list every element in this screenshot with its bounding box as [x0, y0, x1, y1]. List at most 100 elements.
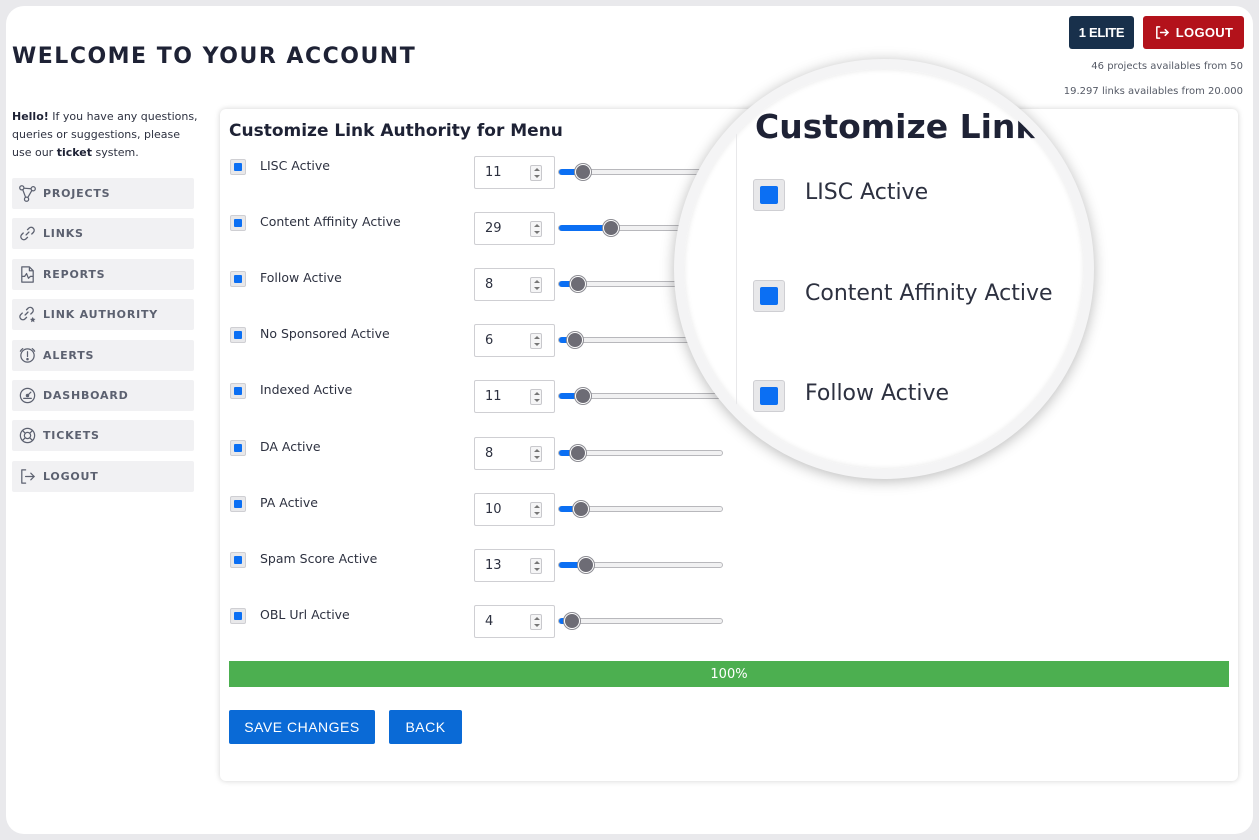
report-icon [21, 266, 34, 283]
active-checkbox[interactable] [230, 551, 246, 568]
active-checkbox[interactable] [230, 271, 246, 288]
weight-number-input[interactable]: 4 [474, 604, 555, 638]
sidebar-item-label: LINK AUTHORITY [43, 308, 159, 322]
setting-row: Content Affinity Active 29 [230, 212, 730, 246]
stepper-arrows-icon[interactable] [530, 501, 542, 518]
weight-number-input[interactable]: 13 [474, 548, 555, 582]
magnifier-checkbox [753, 179, 785, 211]
weight-number-input[interactable]: 11 [474, 156, 555, 189]
slider-handle[interactable] [566, 332, 583, 349]
weight-slider[interactable] [558, 556, 723, 573]
setting-label: OBL Url Active [260, 606, 350, 622]
setting-label: Spam Score Active [260, 550, 378, 566]
setting-label: Follow Active [260, 270, 342, 286]
alert-icon [19, 347, 36, 363]
header-logout-button[interactable]: LOGOUT [1143, 16, 1244, 49]
sidebar-item-label: ALERTS [43, 348, 95, 362]
setting-row: DA Active 8 [230, 436, 730, 470]
stepper-arrows-icon[interactable] [530, 613, 542, 630]
sidebar-item-label: LOGOUT [43, 469, 99, 483]
sidebar-item-alerts[interactable]: ALERTS [12, 339, 194, 371]
weight-number-input[interactable]: 11 [474, 380, 555, 414]
ticket-link[interactable]: ticket [57, 146, 92, 159]
active-checkbox[interactable] [230, 383, 246, 400]
magnifier-row-label: LISC Active [805, 180, 929, 205]
weight-number-input[interactable]: 10 [474, 492, 555, 526]
logout-icon [21, 468, 35, 484]
weight-slider[interactable] [558, 612, 723, 629]
weight-slider[interactable] [558, 444, 723, 461]
slider-handle[interactable] [563, 612, 580, 629]
stepper-arrows-icon[interactable] [530, 165, 542, 181]
sidebar-item-links[interactable]: LINKS [12, 218, 194, 250]
stepper-arrows-icon[interactable] [530, 445, 542, 462]
weight-number-input[interactable]: 6 [474, 324, 555, 358]
weight-value: 4 [485, 613, 494, 629]
weight-value: 11 [485, 389, 502, 405]
weight-value: 29 [485, 221, 502, 237]
active-checkbox[interactable] [230, 495, 246, 512]
setting-row: OBL Url Active 4 [230, 604, 730, 638]
plan-badge-button[interactable]: 1 ELITE [1069, 16, 1134, 49]
app-frame: WELCOME TO YOUR ACCOUNT 1 ELITE LOGOUT 4… [6, 6, 1253, 834]
setting-label: Indexed Active [260, 382, 353, 398]
setting-label: DA Active [260, 438, 321, 454]
logout-icon [1155, 26, 1169, 39]
sidebar-item-label: TICKETS [43, 429, 100, 443]
weight-value: 13 [485, 557, 502, 573]
stepper-arrows-icon[interactable] [530, 221, 542, 238]
stepper-arrows-icon[interactable] [530, 277, 542, 294]
sidebar-item-logout[interactable]: LOGOUT [12, 460, 194, 492]
sidebar-item-projects[interactable]: PROJECTS [12, 178, 194, 209]
active-checkbox[interactable] [230, 215, 246, 232]
active-checkbox[interactable] [230, 327, 246, 344]
stepper-arrows-icon[interactable] [530, 557, 542, 574]
projects-icon [19, 185, 36, 202]
sidebar-item-reports[interactable]: REPORTS [12, 258, 194, 290]
stepper-arrows-icon[interactable] [530, 333, 542, 350]
weight-slider[interactable] [558, 388, 723, 405]
link-icon [20, 227, 35, 241]
magnifier-content: Customize Link Au LISC Active Content Af… [736, 107, 1094, 467]
magnifier-checkbox [753, 280, 785, 312]
projects-quota: 46 projects availables from 50 [1091, 61, 1243, 72]
setting-row: Indexed Active 11 [230, 380, 730, 414]
back-button[interactable]: BACK [389, 710, 462, 744]
progress-bar: 100% [229, 661, 1229, 687]
sidebar-item-label: PROJECTS [43, 187, 111, 200]
magnifier-row-label: Follow Active [805, 381, 950, 406]
slider-handle[interactable] [573, 500, 590, 517]
active-checkbox[interactable] [230, 607, 246, 624]
save-changes-button[interactable]: SAVE CHANGES [229, 710, 375, 744]
weight-number-input[interactable]: 8 [474, 268, 555, 302]
weight-slider[interactable] [558, 500, 723, 517]
active-checkbox[interactable] [230, 439, 246, 456]
intro-tail: system. [91, 146, 139, 159]
sidebar-item-dashboard[interactable]: DASHBOARD [12, 379, 194, 411]
slider-handle[interactable] [570, 276, 587, 293]
links-quota: 19.297 links availables from 20.000 [1063, 86, 1243, 97]
weight-number-input[interactable]: 29 [474, 212, 555, 246]
magnifier-title: Customize Link Au [755, 107, 1094, 146]
stepper-arrows-icon[interactable] [530, 389, 542, 406]
active-checkbox[interactable] [230, 159, 246, 175]
slider-handle[interactable] [570, 444, 587, 461]
dashboard-icon [19, 387, 36, 404]
slider-handle[interactable] [574, 388, 591, 405]
weight-value: 10 [485, 501, 502, 517]
slider-handle[interactable] [602, 220, 619, 237]
sidebar-item-link-authority[interactable]: LINK AUTHORITY [12, 299, 194, 331]
slider-handle[interactable] [577, 556, 594, 573]
setting-row: Follow Active 8 [230, 268, 730, 302]
sidebar-item-tickets[interactable]: TICKETS [12, 420, 194, 452]
setting-label: PA Active [260, 494, 318, 510]
header-logout-label: LOGOUT [1175, 25, 1234, 40]
setting-label: Content Affinity Active [260, 214, 401, 230]
slider-handle[interactable] [574, 164, 591, 180]
setting-row: No Sponsored Active 6 [230, 324, 730, 358]
magnifier-checkbox [753, 380, 785, 412]
sidebar-item-label: LINKS [43, 227, 84, 241]
weight-number-input[interactable]: 8 [474, 436, 555, 470]
setting-label: LISC Active [260, 158, 330, 173]
weight-value: 11 [485, 165, 502, 180]
